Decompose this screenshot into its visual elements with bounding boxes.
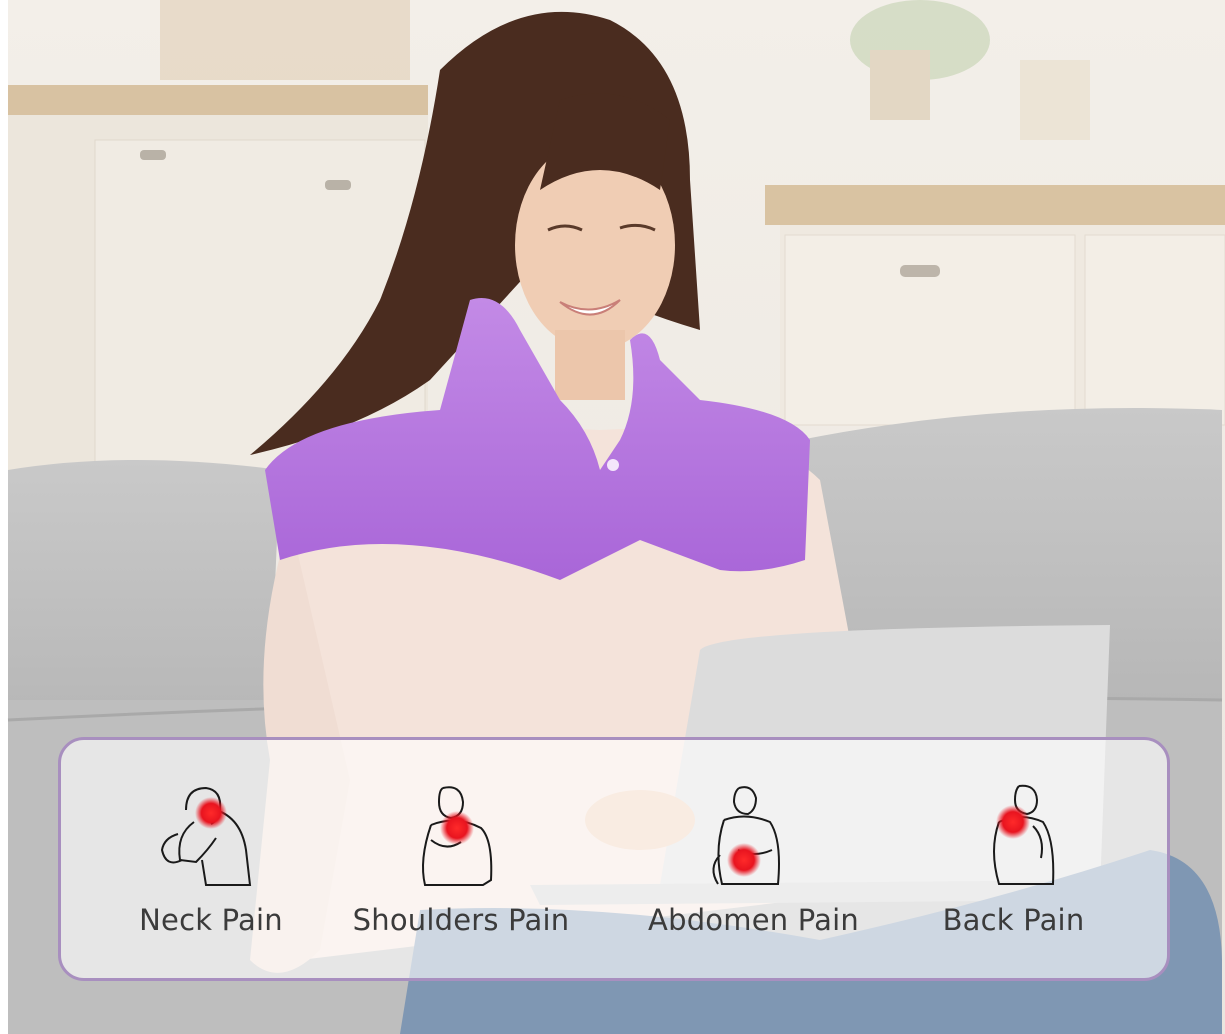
- pain-area-label: Shoulders Pain: [352, 903, 570, 937]
- pain-area-abdomen: Abdomen Pain: [626, 740, 881, 978]
- shoulder-pain-figure-icon: [422, 786, 493, 886]
- pain-area-label: Neck Pain: [139, 903, 283, 937]
- pain-area-back: Back Pain: [921, 740, 1106, 978]
- pain-area-label: Abdomen Pain: [648, 903, 859, 937]
- pain-area-shoulders: Shoulders Pain: [341, 740, 581, 978]
- neck-pain-figure-icon: [160, 786, 252, 886]
- abdomen-pain-figure-icon: [712, 786, 780, 885]
- pain-area-neck: Neck Pain: [121, 740, 301, 978]
- back-pain-figure-icon: [993, 784, 1055, 885]
- pain-area-label: Back Pain: [942, 903, 1085, 937]
- pain-areas-panel: Neck Pain Shoulders Pain Abdomen Pain Ba…: [58, 737, 1170, 981]
